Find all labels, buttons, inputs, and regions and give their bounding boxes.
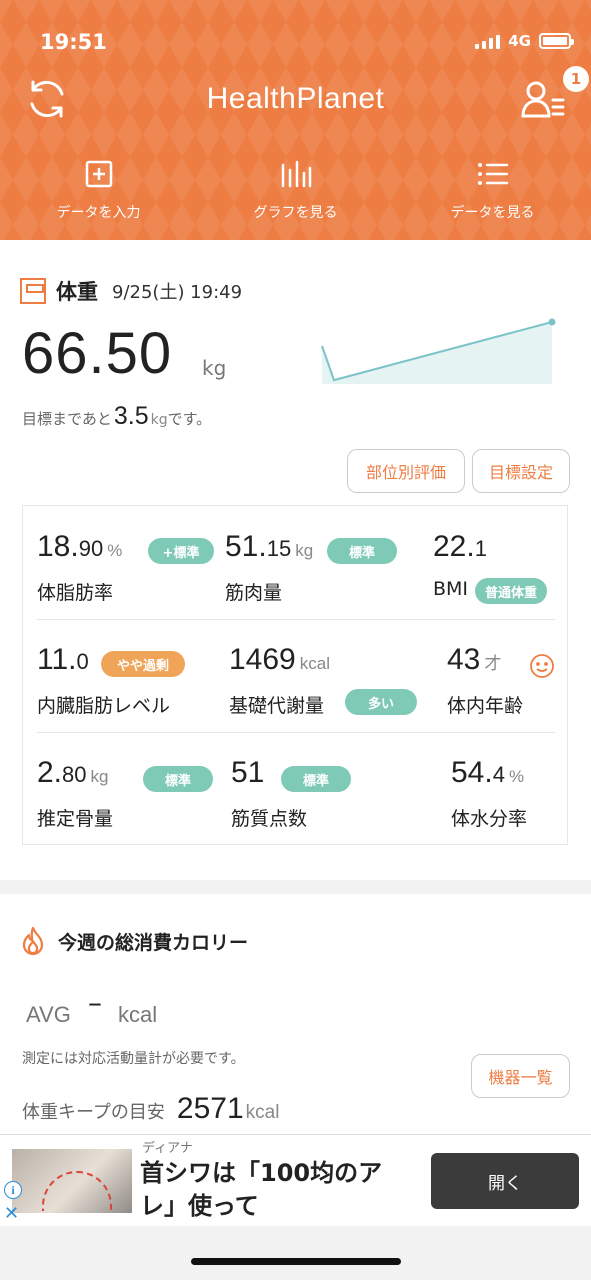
avg-unit: kcal: [118, 1002, 158, 1027]
metric-label: 基礎代謝量: [229, 695, 325, 717]
calories-title-row: 今週の総消費カロリー: [20, 926, 248, 956]
nav-view-data[interactable]: データを見る: [394, 158, 591, 222]
ad-banner[interactable]: i ✕ ディアナ 首シワは「100均のアレ」使って 開く: [0, 1134, 591, 1226]
status-badge: やや過剰: [101, 651, 185, 677]
goal-settings-button[interactable]: 目標設定: [472, 449, 570, 493]
metric-bone-mass[interactable]: 2.80 kg 標準 推定骨量: [37, 732, 227, 845]
ad-headline[interactable]: 首シワは「100均のアレ」使って: [140, 1157, 410, 1223]
ad-open-button[interactable]: 開く: [431, 1153, 579, 1209]
plus-square-icon: [85, 160, 112, 188]
metric-muscle-mass[interactable]: 51.15 kg 標準 筋肉量: [225, 506, 415, 619]
profile-menu-icon[interactable]: [519, 74, 569, 124]
ad-close-icon[interactable]: ✕: [4, 1203, 19, 1224]
status-time: 19:51: [40, 30, 107, 54]
goal-remaining: 目標まであと 3.5 kg です。: [22, 402, 211, 431]
metric-label: 体水分率: [451, 808, 528, 830]
calories-card[interactable]: 今週の総消費カロリー AVG – kcal 測定には対応活動量計が必要です。 機…: [0, 894, 591, 1134]
metric-body-water[interactable]: 54.4% 体水分率: [451, 732, 567, 845]
ad-image[interactable]: [12, 1149, 132, 1213]
scale-icon: [20, 278, 46, 304]
ad-sponsor: ディアナ: [142, 1141, 193, 1156]
avg-value: –: [88, 986, 102, 1019]
sparkline-latest-point: [548, 318, 556, 326]
network-label: 4G: [508, 32, 531, 50]
smile-face-icon: [530, 654, 554, 678]
nav-label: データを入力: [56, 205, 141, 221]
metrics-row: 18.90% +標準 体脂肪率 51.15 kg 標準 筋肉量 22.1 BMI …: [23, 506, 569, 619]
metric-basal-metabolism[interactable]: 1469 kcal 基礎代謝量 多い: [229, 619, 429, 732]
keep-label: 体重キープの目安: [22, 1102, 165, 1123]
metrics-row: 11.0 やや過剰 内臓脂肪レベル 1469 kcal 基礎代謝量 多い 43 才 …: [23, 619, 569, 732]
app-logo: HealthPlanet: [206, 82, 385, 115]
goal-unit: kg: [150, 412, 168, 428]
metrics-row: 2.80 kg 標準 推定骨量 51 標準 筋質点数 54.4% 体水分率: [23, 732, 569, 845]
keep-unit: kcal: [245, 1102, 280, 1123]
weight-unit: kg: [202, 356, 227, 380]
status-badge: 標準: [327, 538, 397, 564]
metric-label: 筋質点数: [231, 808, 308, 830]
metric-label: 内臓脂肪レベル: [37, 695, 171, 717]
metric-muscle-quality[interactable]: 51 標準 筋質点数: [231, 732, 421, 845]
nav-input-data[interactable]: データを入力: [0, 158, 197, 222]
weight-trend-sparkline[interactable]: [316, 310, 566, 390]
app-header: 19:51 4G HealthPlanet 1 データを入力 グラフを見る デー…: [0, 0, 591, 240]
calories-title: 今週の総消費カロリー: [58, 931, 249, 954]
nav-label: データを見る: [450, 205, 535, 221]
status-badge: 多い: [345, 689, 417, 715]
weight-value: 66.50: [22, 321, 173, 386]
list-icon: [477, 163, 508, 185]
metric-label: 推定骨量: [37, 808, 114, 830]
avg-label: AVG: [26, 1002, 71, 1027]
status-badge: 普通体重: [475, 578, 547, 604]
metric-label: 体脂肪率: [37, 582, 114, 604]
top-nav: データを入力 グラフを見る データを見る: [0, 158, 591, 222]
weight-title: 体重: [56, 280, 98, 304]
status-badge: +標準: [148, 538, 214, 564]
metric-label: BMI: [433, 578, 469, 600]
keep-value: 2571: [176, 1092, 244, 1125]
metric-bmi[interactable]: 22.1 BMI 普通体重: [431, 506, 561, 619]
metric-body-age[interactable]: 43 才 体内年齢: [447, 619, 567, 732]
flame-icon: [22, 926, 44, 956]
nav-label: グラフを見る: [253, 205, 338, 221]
status-badge: 標準: [143, 766, 213, 792]
weight-datetime: 9/25(土) 19:49: [112, 282, 243, 303]
home-indicator[interactable]: [191, 1258, 401, 1265]
bar-graph-icon: [281, 160, 311, 188]
weight-keep-row: 体重キープの目安 2571 kcal: [22, 1092, 279, 1126]
signal-icon: [475, 33, 501, 49]
metric-label: 筋肉量: [225, 582, 283, 604]
metric-body-fat[interactable]: 18.90% +標準 体脂肪率: [37, 506, 227, 619]
metric-visceral-fat[interactable]: 11.0 やや過剰 内臓脂肪レベル: [37, 619, 227, 732]
nav-view-graph[interactable]: グラフを見る: [197, 158, 394, 222]
battery-icon: [539, 33, 574, 49]
status-indicators: 4G: [475, 32, 574, 50]
device-required-note: 測定には対応活動量計が必要です。: [22, 1051, 245, 1067]
body-metrics-grid: 18.90% +標準 体脂肪率 51.15 kg 標準 筋肉量 22.1 BMI …: [22, 505, 568, 845]
weight-card[interactable]: 体重 9/25(土) 19:49 66.50 kg 目標まであと 3.5 kg …: [0, 240, 591, 880]
ad-info-icon[interactable]: i: [4, 1181, 22, 1199]
notification-badge: 1: [563, 66, 589, 92]
body-part-evaluation-button[interactable]: 部位別評価: [347, 449, 465, 493]
device-list-button[interactable]: 機器一覧: [471, 1054, 570, 1098]
goal-prefix: 目標まであと: [22, 410, 112, 428]
weight-title-row: 体重 9/25(土) 19:49: [20, 276, 242, 306]
status-badge: 標準: [281, 766, 351, 792]
goal-value: 3.5: [113, 402, 149, 430]
metric-label: 体内年齢: [447, 695, 524, 717]
goal-suffix: です。: [167, 410, 212, 428]
